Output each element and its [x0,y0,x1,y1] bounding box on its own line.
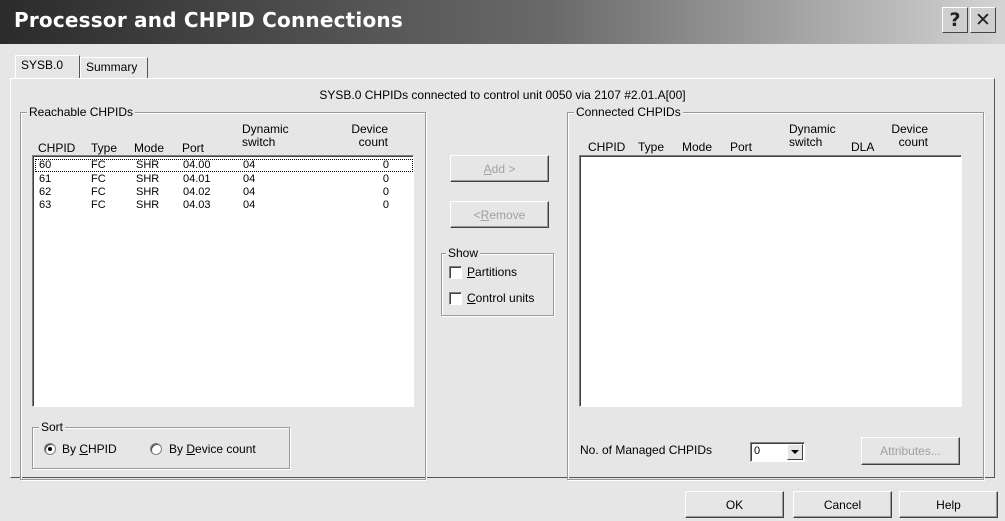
connected-header-count: count [898,135,928,149]
window-title: Processor and CHPID Connections [14,8,403,32]
managed-chpids-select[interactable]: 0 [750,442,805,462]
connected-header-dynamic: Dynamic [789,122,836,136]
cell-type: FC [91,173,106,185]
reachable-header-chpid: CHPID [38,141,76,155]
cell-dynamic-switch: 04 [243,199,256,211]
cell-dynamic-switch: 04 [243,173,256,185]
tab-summary[interactable]: Summary [80,57,148,78]
cell-device-count: 0 [382,173,389,185]
sort-by-chpid-radio[interactable] [44,443,56,455]
cell-type: FC [91,199,106,211]
connected-header-chpid: CHPID [588,140,626,154]
cell-mode: SHR [136,199,160,211]
partitions-label[interactable]: Partitions [467,265,517,279]
connected-header-switch: switch [789,135,823,149]
reachable-chpids-label: Reachable CHPIDs [27,105,136,119]
managed-chpids-value: 0 [754,445,761,457]
cell-device-count: 0 [382,186,389,198]
connection-message: SYSB.0 CHPIDs connected to control unit … [319,88,686,102]
list-item[interactable]: 63 FC SHR 04.03 04 0 [35,199,413,212]
ok-button[interactable]: OK [685,491,784,518]
tab-sysb0[interactable]: SYSB.0 [15,55,80,78]
sort-by-device-count-label[interactable]: By Device count [169,442,256,456]
cell-chpid: 63 [39,199,52,211]
cell-dynamic-switch: 04 [243,186,256,198]
cell-mode: SHR [136,159,160,171]
list-item[interactable]: 61 FC SHR 04.01 04 0 [35,173,413,186]
reachable-header-dynamic: Dynamic [242,122,289,136]
cell-type: FC [91,186,106,198]
sort-by-chpid-label[interactable]: By CHPID [62,442,117,456]
add-button[interactable]: Add > [450,155,549,182]
sort-by-device-count-radio[interactable] [150,443,162,455]
cell-chpid: 61 [39,173,52,185]
cell-chpid: 60 [39,159,52,171]
title-bar: Processor and CHPID Connections ? ✕ [0,0,1005,44]
close-icon[interactable]: ✕ [970,7,996,33]
cell-port: 04.03 [183,199,211,211]
remove-button[interactable]: < Remove [450,201,549,228]
show-label: Show [446,246,481,260]
attributes-button[interactable]: Attributes... [861,437,960,465]
chevron-down-icon[interactable] [787,444,803,460]
cell-port: 04.02 [183,186,211,198]
cell-type: FC [91,159,106,171]
reachable-chpids-list[interactable]: 60 FC SHR 04.00 04 0 61 FC SHR 04.01 04 … [32,155,414,407]
connected-header-mode: Mode [682,140,713,154]
reachable-header-mode: Mode [134,141,165,155]
reachable-header-switch: switch [242,135,276,149]
list-item[interactable]: 60 FC SHR 04.00 04 0 [35,159,413,172]
help-button[interactable]: Help [899,491,998,518]
cell-device-count: 0 [382,159,389,171]
cell-port: 04.00 [183,159,211,171]
help-icon[interactable]: ? [942,7,968,33]
cell-port: 04.01 [183,173,211,185]
show-group: Show [441,246,554,316]
connected-header-type: Type [638,140,665,154]
cell-chpid: 62 [39,186,52,198]
connected-header-dla: DLA [851,140,875,154]
control-units-checkbox[interactable] [449,292,462,305]
connected-chpids-label: Connected CHPIDs [574,105,683,119]
connected-chpids-list[interactable] [579,155,962,407]
cancel-button[interactable]: Cancel [793,491,892,518]
list-item[interactable]: 62 FC SHR 04.02 04 0 [35,186,413,199]
sort-label: Sort [39,420,66,434]
connected-header-port: Port [730,140,753,154]
managed-chpids-label: No. of Managed CHPIDs [580,443,713,457]
connected-header-device: Device [891,122,928,136]
partitions-checkbox[interactable] [449,266,462,279]
reachable-header-port: Port [182,141,205,155]
cell-mode: SHR [136,186,160,198]
cell-device-count: 0 [382,199,389,211]
control-units-label[interactable]: Control units [467,291,534,305]
reachable-header-device: Device [351,122,388,136]
reachable-header-count: count [358,135,388,149]
cell-dynamic-switch: 04 [243,159,256,171]
reachable-header-type: Type [91,141,118,155]
cell-mode: SHR [136,173,160,185]
